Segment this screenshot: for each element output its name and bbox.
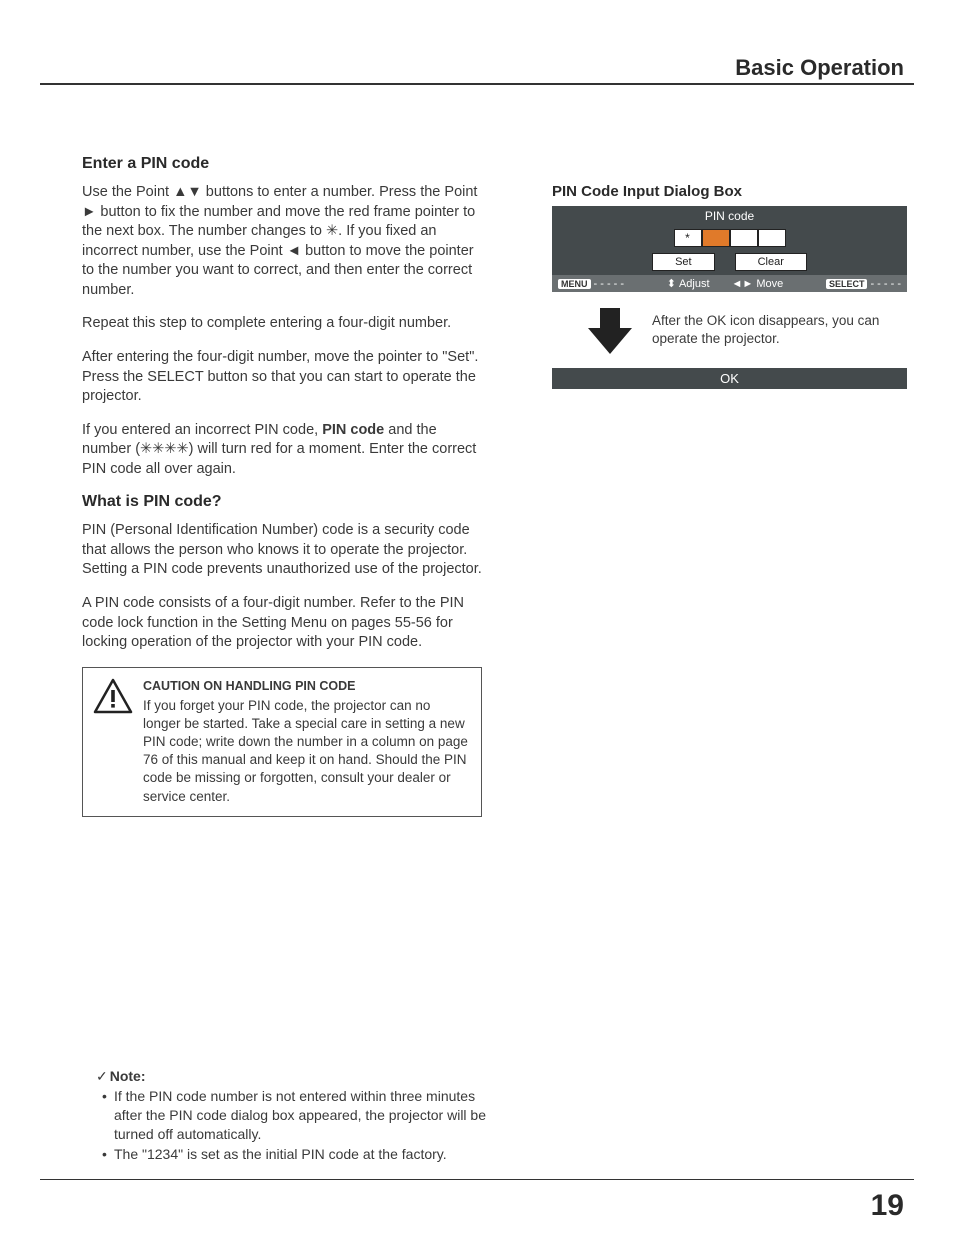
note-block: ✓Note: If the PIN code number is not ent… [96,1068,491,1165]
footer-rule [40,1179,914,1180]
menu-label: MENU [558,279,591,289]
left-column: Enter a PIN code Use the Point ▲▼ button… [82,155,482,817]
para-incorrect: If you entered an incorrect PIN code, PI… [82,421,482,480]
dialog-box-title: PIN Code Input Dialog Box [552,183,907,200]
warning-icon [93,678,133,806]
dialog-buttons-row: Set Clear [552,253,907,275]
para-pin-desc: PIN (Personal Identification Number) cod… [82,521,482,580]
pin-dialog: PIN code * Set Clear MENU- - - - - ⬍ Adj… [552,206,907,389]
select-label: SELECT [826,279,868,289]
caution-body: If you forget your PIN code, the project… [143,698,468,804]
pin-digit-3[interactable] [730,229,758,247]
caution-text: CAUTION ON HANDLING PIN CODE If you forg… [143,678,469,806]
heading-enter-pin: Enter a PIN code [82,155,482,173]
down-arrow-icon [582,302,638,358]
heading-what-is-pin: What is PIN code? [82,493,482,511]
ok-bar: OK [552,368,907,389]
dialog-header: PIN code [552,206,907,226]
right-column: PIN Code Input Dialog Box PIN code * Set… [552,183,907,389]
pin-digit-2[interactable] [702,229,730,247]
para-instructions-1: Use the Point ▲▼ buttons to enter a numb… [82,183,482,300]
arrow-row: After the OK icon disappears, you can op… [552,292,907,368]
section-title: Basic Operation [735,55,904,81]
caution-box: CAUTION ON HANDLING PIN CODE If you forg… [82,667,482,817]
page-number: 19 [871,1189,904,1223]
check-icon: ✓ [96,1068,108,1084]
caution-title: CAUTION ON HANDLING PIN CODE [143,678,469,695]
note-heading: Note: [110,1068,146,1084]
dialog-hint-bar: MENU- - - - - ⬍ Adjust ◄► Move SELECT- -… [552,275,907,292]
header-rule [40,83,914,85]
pin-digit-1[interactable]: * [674,229,702,247]
note-item-2: The "1234" is set as the initial PIN cod… [96,1145,491,1164]
pin-digit-4[interactable] [758,229,786,247]
note-item-1: If the PIN code number is not entered wi… [96,1087,491,1144]
para-after-entering: After entering the four-digit number, mo… [82,348,482,407]
para-pin-consists: A PIN code consists of a four-digit numb… [82,594,482,653]
para-repeat: Repeat this step to complete entering a … [82,314,482,334]
pin-fields-row: * [552,226,907,253]
after-ok-text: After the OK icon disappears, you can op… [652,312,907,348]
set-button[interactable]: Set [652,253,715,271]
clear-button[interactable]: Clear [735,253,807,271]
